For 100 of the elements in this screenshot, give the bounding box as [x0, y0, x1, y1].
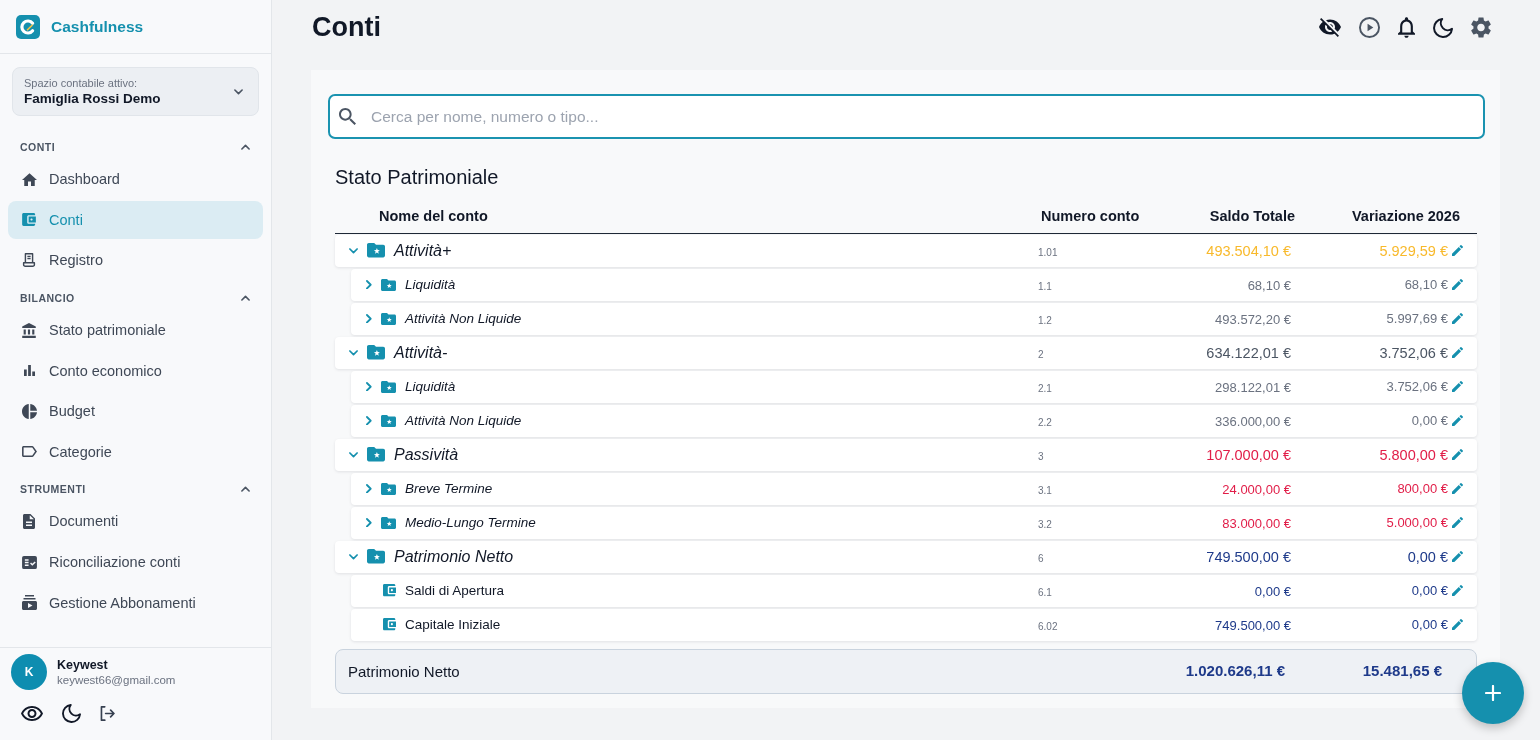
total-label: Patrimonio Netto — [347, 662, 461, 680]
workspace-dropdown[interactable]: Spazio contabile attivo: Famiglia Rossi Demo — [12, 67, 259, 116]
house-icon — [21, 172, 37, 186]
balance-amount: 336.000,00 € — [1215, 413, 1291, 429]
app-name: Cashfulness — [51, 17, 144, 36]
account-row[interactable]: Liquidità 1.1 68,10 € 68,10 € — [351, 268, 1477, 301]
column-header: Saldo Totale — [1208, 207, 1296, 224]
pencil-icon[interactable] — [1452, 619, 1463, 630]
account-row[interactable]: Attività+ 1.01 493.504,10 € 5.929,59 € — [335, 234, 1477, 267]
nav-item[interactable]: Budget — [8, 391, 263, 431]
chevron-up-icon[interactable] — [241, 294, 250, 301]
account-name: Patrimonio Netto — [394, 547, 514, 566]
pencil-icon[interactable] — [1452, 551, 1463, 562]
receipt-icon — [22, 253, 36, 268]
pencil-icon[interactable] — [1452, 449, 1463, 460]
account-name: Attività Non Liquide — [405, 413, 522, 428]
nav-item[interactable]: Registro — [8, 241, 263, 280]
account-name: Attività+ — [394, 241, 452, 260]
nav-item[interactable]: Categorie — [8, 432, 263, 472]
logout-icon[interactable] — [100, 706, 115, 721]
nav-item[interactable]: Dashboard — [8, 160, 263, 199]
pencil-icon[interactable] — [1452, 347, 1463, 358]
folder-star-icon — [367, 345, 385, 360]
chevron-down-icon[interactable] — [349, 349, 358, 356]
column-header: Variazione 2026 — [1351, 207, 1461, 224]
folder-star-icon — [367, 243, 385, 258]
nav-item[interactable]: Stato patrimoniale — [8, 310, 263, 350]
account-name: Medio-Lungo Termine — [405, 515, 536, 530]
eye-icon[interactable] — [21, 706, 43, 721]
account-number: 3.2 — [1038, 518, 1052, 530]
eye-slash-icon[interactable] — [1319, 18, 1341, 37]
pencil-icon[interactable] — [1452, 313, 1463, 324]
account-row[interactable]: Liquidità 2.1 298.122,01 € 3.752,06 € — [351, 370, 1477, 403]
account-number: 2 — [1038, 348, 1044, 360]
account-row[interactable]: Patrimonio Netto 6 749.500,00 € 0,00 € — [335, 540, 1477, 573]
account-row[interactable]: Breve Termine 3.1 24.000,00 € 800,00 € — [351, 472, 1477, 505]
chevron-right-icon[interactable] — [366, 381, 372, 392]
account-row[interactable]: Capitale Iniziale 6.02 749.500,00 € 0,00 € — [351, 608, 1477, 641]
workspace-name: Famiglia Rossi Demo — [24, 91, 161, 106]
change-amount: 0,00 € — [1407, 548, 1448, 565]
section-title: STRUMENTI — [20, 483, 86, 496]
change-amount: 3.752,06 € — [1386, 379, 1448, 394]
account-name: Capitale Iniziale — [405, 617, 501, 632]
pencil-icon[interactable] — [1452, 245, 1463, 256]
nav-item[interactable]: Conto economico — [8, 351, 263, 390]
account-row[interactable]: Saldi di Apertura 6.1 0,00 € 0,00 € — [351, 574, 1477, 607]
account-row[interactable]: Passività 3 107.000,00 € 5.800,00 € — [335, 438, 1477, 471]
folder-star-icon — [381, 482, 396, 495]
account-row[interactable]: Attività Non Liquide 2.2 336.000,00 € 0,00 € — [351, 404, 1477, 437]
change-amount: 3.752,06 € — [1379, 344, 1448, 361]
moon-icon[interactable] — [62, 704, 81, 723]
folder-star-icon — [367, 447, 385, 462]
account-number: 6.1 — [1038, 586, 1052, 598]
add-button[interactable] — [1462, 662, 1524, 724]
logo-icon — [16, 14, 40, 39]
chevron-up-icon[interactable] — [241, 144, 250, 150]
account-row[interactable]: Attività Non Liquide 1.2 493.572,20 € 5.997,69 € — [351, 302, 1477, 335]
folder-star-icon — [367, 549, 385, 564]
wallet-icon — [383, 618, 396, 631]
change-amount: 5.800,00 € — [1379, 446, 1448, 463]
search-field[interactable]: Cerca per nome, numero o tipo... — [328, 94, 1485, 139]
nav-item[interactable]: Gestione Abbonamenti — [8, 583, 263, 622]
nav-item[interactable]: Documenti — [8, 502, 263, 541]
bell-icon[interactable] — [1398, 17, 1415, 38]
pencil-icon[interactable] — [1452, 381, 1463, 392]
pencil-icon[interactable] — [1452, 279, 1463, 290]
play-circle-icon[interactable] — [1359, 17, 1380, 38]
account-row[interactable]: Medio-Lungo Termine 3.2 83.000,00 € 5.000,00 € — [351, 506, 1477, 539]
document-icon — [23, 513, 35, 529]
change-amount: 5.000,00 € — [1386, 515, 1448, 530]
chevron-right-icon[interactable] — [366, 279, 372, 290]
settings-icon[interactable] — [1471, 17, 1491, 38]
chevron-down-icon[interactable] — [349, 247, 358, 254]
nav-item[interactable]: Riconciliazione conti — [8, 542, 263, 582]
folder-star-icon — [381, 312, 396, 325]
chevron-right-icon[interactable] — [366, 483, 372, 494]
chevron-right-icon[interactable] — [366, 415, 372, 426]
account-name: Breve Termine — [405, 481, 493, 496]
balance-amount: 493.504,10 € — [1206, 242, 1291, 259]
total-change: 15.481,65 € — [1362, 662, 1442, 679]
account-name: Liquidità — [405, 277, 456, 292]
pencil-icon[interactable] — [1452, 415, 1463, 426]
page-title: Conti — [312, 12, 381, 43]
account-row[interactable]: Attività- 2 634.122,01 € 3.752,06 € — [335, 336, 1477, 369]
chevron-up-icon[interactable] — [241, 486, 250, 493]
pencil-icon[interactable] — [1452, 585, 1463, 596]
chevron-right-icon[interactable] — [366, 313, 372, 324]
balance-amount: 749.500,00 € — [1206, 548, 1291, 565]
chevron-down-icon[interactable] — [349, 451, 358, 458]
account-number: 3.1 — [1038, 484, 1052, 496]
pencil-icon[interactable] — [1452, 483, 1463, 494]
moon-icon[interactable] — [1433, 17, 1453, 38]
pencil-icon[interactable] — [1452, 517, 1463, 528]
balance-amount: 493.572,20 € — [1215, 311, 1291, 327]
account-name: Passività — [394, 445, 459, 464]
chevron-down-icon[interactable] — [349, 553, 358, 560]
chevron-right-icon[interactable] — [366, 517, 372, 528]
column-header: Numero conto — [1040, 207, 1141, 224]
folder-star-icon — [381, 516, 396, 529]
workspace-label: Spazio contabile attivo: — [24, 77, 139, 89]
